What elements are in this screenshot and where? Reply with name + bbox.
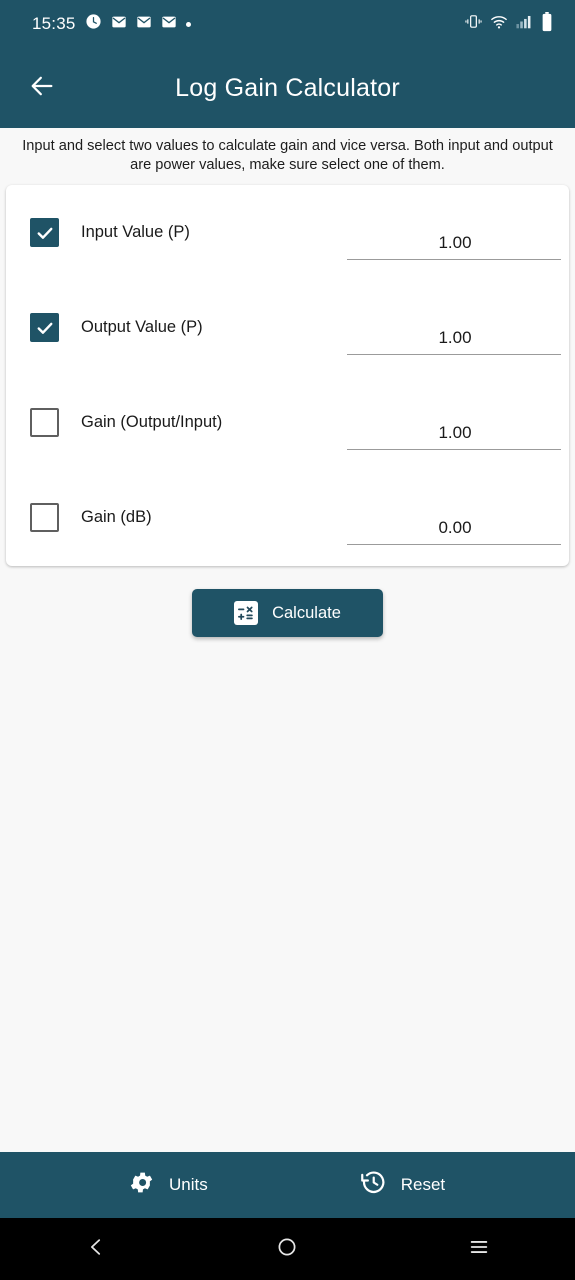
value-field-gain-ratio[interactable]: 1.00	[346, 375, 564, 470]
table-row: Gain (Output/Input) 1.00	[6, 375, 569, 470]
calculator-icon	[234, 601, 259, 625]
value-text: 0.00	[438, 518, 472, 537]
field-underline	[347, 449, 561, 450]
arrow-left-icon	[28, 72, 56, 105]
back-button[interactable]	[14, 60, 70, 116]
checkbox-gain-db[interactable]	[30, 503, 59, 532]
dot-indicator-icon	[185, 21, 191, 27]
circle-icon	[276, 1236, 298, 1263]
calculator-card: Input Value (P) 1.00 Output Value (P) 1.…	[6, 185, 569, 566]
nav-recents-button[interactable]	[444, 1218, 514, 1280]
row-label-group[interactable]: Gain (dB)	[30, 470, 152, 565]
row-label-group[interactable]: Gain (Output/Input)	[30, 375, 222, 470]
mail-icon	[136, 14, 152, 35]
table-row: Output Value (P) 1.00	[6, 280, 569, 375]
value-text: 1.00	[438, 328, 472, 347]
cellular-signal-icon	[516, 14, 533, 34]
value-text: 1.00	[438, 233, 472, 252]
status-bar-left: 15:35	[32, 13, 191, 35]
table-row: Input Value (P) 1.00	[6, 185, 569, 280]
value-field-gain-db[interactable]: 0.00	[346, 470, 564, 565]
units-button[interactable]: Units	[128, 1169, 208, 1201]
units-button-label: Units	[169, 1175, 208, 1194]
calculate-button[interactable]: Calculate	[192, 589, 383, 637]
checkbox-gain-ratio[interactable]	[30, 408, 59, 437]
menu-lines-icon	[468, 1236, 490, 1263]
alarm-clock-icon	[85, 13, 102, 35]
status-bar-right	[465, 11, 553, 37]
phone-screen: 15:35 Log Gain Calculator Input and sele…	[0, 0, 575, 1280]
bottom-bar: Units Reset	[0, 1152, 575, 1218]
table-row: Gain (dB) 0.00	[6, 470, 569, 565]
field-underline	[347, 259, 561, 260]
vibrate-icon	[465, 13, 482, 35]
reset-button[interactable]: Reset	[360, 1169, 445, 1201]
field-underline	[347, 354, 561, 355]
battery-icon	[541, 11, 553, 37]
checkbox-input-value[interactable]	[30, 218, 59, 247]
chevron-left-icon	[85, 1236, 107, 1263]
checkbox-output-value[interactable]	[30, 313, 59, 342]
row-label-group[interactable]: Output Value (P)	[30, 280, 203, 375]
row-label: Input Value (P)	[81, 223, 190, 241]
gear-icon	[128, 1169, 155, 1201]
value-text: 1.00	[438, 423, 472, 442]
field-underline	[347, 544, 561, 545]
nav-back-button[interactable]	[61, 1218, 131, 1280]
status-bar-clock: 15:35	[32, 14, 76, 33]
mail-icon	[161, 14, 177, 35]
history-restore-icon	[360, 1169, 387, 1201]
android-nav-bar	[0, 1218, 575, 1280]
status-bar: 15:35	[0, 0, 575, 48]
wifi-icon	[490, 13, 508, 36]
row-label: Gain (dB)	[81, 508, 152, 526]
row-label: Output Value (P)	[81, 318, 203, 336]
description-text: Input and select two values to calculate…	[22, 138, 553, 173]
calculate-button-label: Calculate	[272, 603, 341, 622]
page-title: Log Gain Calculator	[175, 73, 400, 102]
row-label: Gain (Output/Input)	[81, 413, 223, 431]
nav-home-button[interactable]	[252, 1218, 322, 1280]
row-label-group[interactable]: Input Value (P)	[30, 185, 190, 280]
mail-icon	[111, 14, 127, 35]
reset-button-label: Reset	[400, 1175, 446, 1194]
value-field-input-value[interactable]: 1.00	[346, 185, 564, 280]
app-bar: Log Gain Calculator	[0, 48, 575, 128]
value-field-output-value[interactable]: 1.00	[346, 280, 564, 375]
